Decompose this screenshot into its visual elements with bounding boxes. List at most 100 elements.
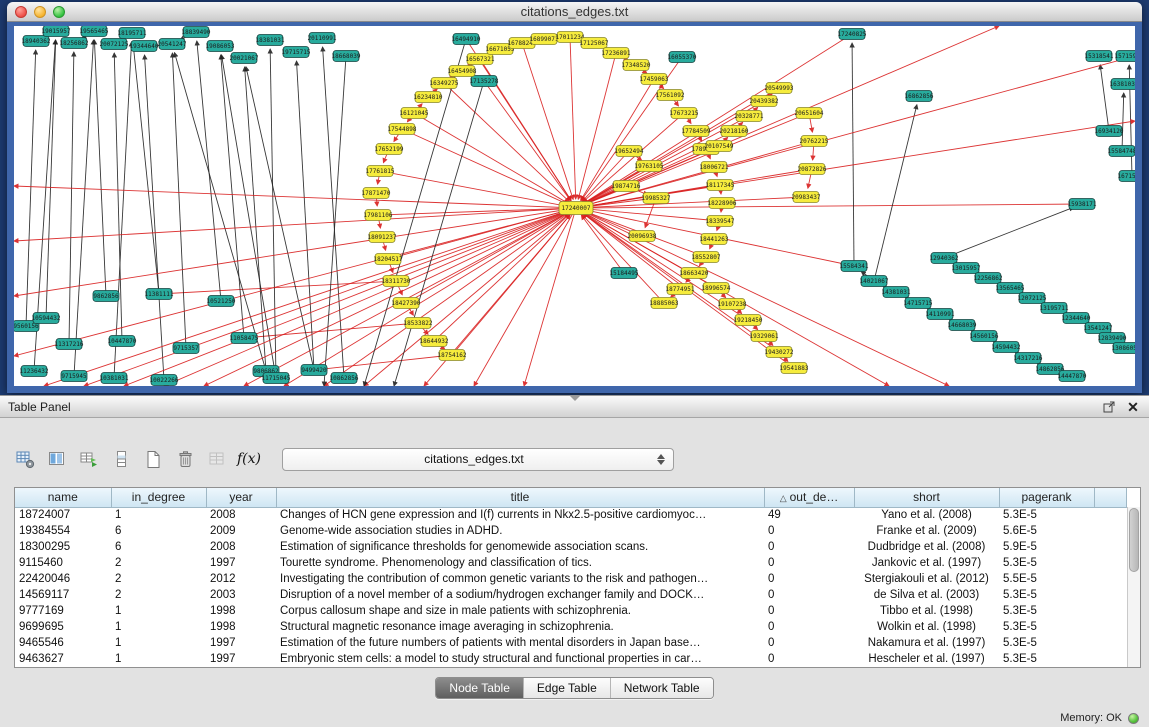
cell[interactable]: 1998 xyxy=(206,619,276,635)
cell[interactable]: 0 xyxy=(764,587,854,603)
column-header-name[interactable]: name xyxy=(15,488,111,507)
cell[interactable]: 18300295 xyxy=(15,539,111,555)
graph-node[interactable]: 14715715 xyxy=(904,298,933,309)
graph-node[interactable]: 15584748 xyxy=(1108,146,1135,157)
cell[interactable]: Tibbo et al. (1998) xyxy=(854,603,999,619)
cell[interactable]: 5.3E-5 xyxy=(999,507,1094,523)
graph-node[interactable]: 11381111 xyxy=(145,289,174,300)
scrollbar-thumb[interactable] xyxy=(1129,508,1139,572)
cell[interactable]: 5.3E-5 xyxy=(999,587,1094,603)
graph-node[interactable]: 17544898 xyxy=(388,124,417,135)
graph-node[interactable]: 19763105 xyxy=(635,161,664,172)
cell[interactable]: 1997 xyxy=(206,555,276,571)
graph-node[interactable]: 20328771 xyxy=(735,111,764,122)
graph-node[interactable]: 13015957 xyxy=(952,263,981,274)
rows-icon[interactable] xyxy=(108,447,134,471)
table-row[interactable]: 1872400712008Changes of HCN gene express… xyxy=(15,507,1127,523)
graph-node[interactable]: 10862856 xyxy=(330,373,359,384)
graph-node[interactable]: 16494910 xyxy=(452,34,481,45)
graph-node[interactable]: 16934120 xyxy=(1095,126,1124,137)
cell[interactable]: Changes of HCN gene expression and I(f) … xyxy=(276,507,764,523)
close-window-button[interactable] xyxy=(15,6,27,18)
cell[interactable]: Investigating the contribution of common… xyxy=(276,571,764,587)
cell[interactable]: 49 xyxy=(764,507,854,523)
table-panel-header[interactable]: Table Panel ✕ xyxy=(0,396,1149,418)
cell[interactable]: 1998 xyxy=(206,603,276,619)
graph-node[interactable]: 14668039 xyxy=(948,320,977,331)
graph-node[interactable]: 18256862 xyxy=(60,38,89,49)
column-header-year[interactable]: year xyxy=(206,488,276,507)
graph-node[interactable]: 13086053 xyxy=(1112,343,1135,354)
graph-node[interactable]: 14021067 xyxy=(860,276,889,287)
graph-node[interactable]: 18552807 xyxy=(692,252,721,263)
cell[interactable]: 0 xyxy=(764,651,854,667)
graph-node[interactable]: 17761815 xyxy=(366,166,395,177)
graph-node[interactable]: 19565465 xyxy=(80,26,109,37)
table-row[interactable]: 977716911998Corpus callosum shape and si… xyxy=(15,603,1127,619)
cell[interactable]: 0 xyxy=(764,571,854,587)
graph-node[interactable]: 9499420 xyxy=(301,365,327,376)
cell[interactable]: 14569117 xyxy=(15,587,111,603)
graph-node[interactable]: 15584341 xyxy=(840,261,869,272)
graph-node[interactable]: 17240825 xyxy=(838,29,867,40)
edit-table-icon[interactable] xyxy=(76,447,102,471)
graph-node[interactable]: 17561092 xyxy=(656,90,685,101)
graph-node[interactable]: 14560156 xyxy=(970,331,999,342)
float-panel-icon[interactable] xyxy=(1101,399,1117,415)
graph-node[interactable]: 14317216 xyxy=(1014,353,1043,364)
graph-node[interactable]: 18204517 xyxy=(374,254,403,265)
graph-node[interactable]: 18940362 xyxy=(22,36,51,47)
column-header-title[interactable]: title xyxy=(276,488,764,507)
graph-node[interactable]: 10381031 xyxy=(100,373,129,384)
graph-node[interactable]: 17981106 xyxy=(364,210,393,221)
graph-node[interactable]: 19541883 xyxy=(780,363,809,374)
graph-node[interactable]: 19344640 xyxy=(130,41,159,52)
graph-node[interactable]: 15318541 xyxy=(1085,51,1114,62)
graph-node[interactable]: 19652494 xyxy=(615,146,644,157)
graph-node[interactable]: 20107549 xyxy=(705,141,734,152)
cell[interactable]: 0 xyxy=(764,603,854,619)
column-header-out_de[interactable]: △out_de… xyxy=(764,488,854,507)
window-titlebar[interactable]: citations_edges.txt xyxy=(7,2,1142,22)
graph-node[interactable]: 12344640 xyxy=(1062,313,1091,324)
network-canvas[interactable]: 1894036219015957182568621956546520072125… xyxy=(14,26,1135,386)
cell[interactable]: 6 xyxy=(111,523,206,539)
graph-node[interactable]: 18006721 xyxy=(700,162,729,173)
cell[interactable]: Corpus callosum shape and size in male p… xyxy=(276,603,764,619)
table-row[interactable]: 2242004622012Investigating the contribut… xyxy=(15,571,1127,587)
graph-node[interactable]: 14447870 xyxy=(1058,371,1087,382)
cell[interactable]: 2009 xyxy=(206,523,276,539)
graph-node[interactable]: 18774951 xyxy=(666,284,695,295)
graph-node[interactable]: 17871470 xyxy=(362,188,391,199)
graph-node[interactable]: 17125067 xyxy=(580,38,609,49)
graph-node[interactable]: 19015957 xyxy=(42,26,71,37)
panel-resize-handle[interactable] xyxy=(570,396,580,401)
graph-node[interactable]: 17784509 xyxy=(682,126,711,137)
cell[interactable]: 9463627 xyxy=(15,651,111,667)
graph-node[interactable]: 13565465 xyxy=(996,283,1025,294)
graph-node[interactable]: 18533822 xyxy=(404,318,433,329)
vertical-scrollbar[interactable] xyxy=(1127,507,1140,667)
cell[interactable]: 5.3E-5 xyxy=(999,603,1094,619)
graph-node[interactable]: 9715945 xyxy=(61,371,87,382)
cell[interactable]: 0 xyxy=(764,635,854,651)
graph-node[interactable]: 18427390 xyxy=(392,298,421,309)
graph-node[interactable]: 12839490 xyxy=(1098,333,1127,344)
cell[interactable]: 0 xyxy=(764,555,854,571)
graph-node[interactable]: 18839490 xyxy=(182,27,211,38)
cell[interactable]: de Silva et al. (2003) xyxy=(854,587,999,603)
cell[interactable]: 5.6E-5 xyxy=(999,523,1094,539)
graph-node[interactable]: 9862856 xyxy=(93,291,119,302)
graph-node[interactable]: 15938171 xyxy=(1068,199,1097,210)
show-columns-icon[interactable] xyxy=(44,447,70,471)
graph-node[interactable]: 18311730 xyxy=(382,276,411,287)
graph-node[interactable]: 11715045 xyxy=(262,373,291,384)
graph-node[interactable]: 19430272 xyxy=(765,347,794,358)
graph-node[interactable]: 18339547 xyxy=(706,216,735,227)
graph-node[interactable]: 16381031 xyxy=(1110,79,1135,90)
graph-node[interactable]: 20872826 xyxy=(798,164,827,175)
cell[interactable]: Disruption of a novel member of a sodium… xyxy=(276,587,764,603)
table-row[interactable]: 946554611997Estimation of the future num… xyxy=(15,635,1127,651)
graph-node[interactable]: 19107238 xyxy=(718,299,747,310)
graph-node[interactable]: 18091237 xyxy=(368,232,397,243)
